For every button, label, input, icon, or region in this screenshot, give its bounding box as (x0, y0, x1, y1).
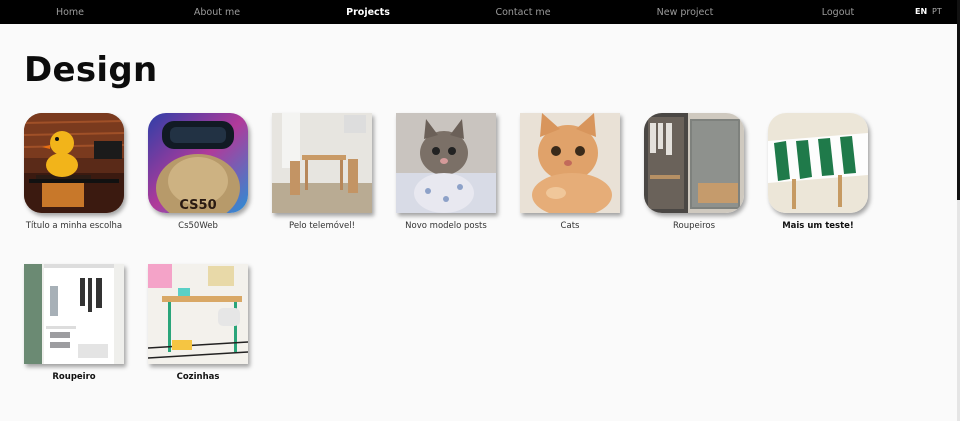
project-caption[interactable]: Pelo telemóvel! (289, 221, 355, 231)
wardrobe-icon[interactable] (644, 113, 744, 213)
project-card[interactable]: Mais um teste! (768, 113, 870, 231)
lang-en[interactable]: EN (915, 0, 927, 24)
duck-vr-headset-icon[interactable]: CS50 (148, 113, 248, 213)
nav-projects[interactable]: Projects (346, 0, 390, 24)
kitten-icon[interactable] (396, 113, 496, 213)
orange-cat-icon[interactable] (520, 113, 620, 213)
nav-new-project[interactable]: New project (657, 0, 714, 24)
project-caption[interactable]: Cs50Web (178, 221, 218, 231)
nav-contact-me[interactable]: Contact me (495, 0, 550, 24)
page-title: Design (24, 50, 158, 90)
open-closet-icon[interactable] (24, 264, 124, 364)
project-card[interactable]: Pelo telemóvel! (272, 113, 374, 231)
project-card[interactable]: Cozinhas (148, 264, 250, 382)
project-card[interactable]: Título a minha escolha (24, 113, 126, 231)
dining-table-icon[interactable] (272, 113, 372, 213)
nav-about-me[interactable]: About me (194, 0, 240, 24)
project-caption[interactable]: Título a minha escolha (26, 221, 122, 231)
project-card[interactable]: Novo modelo posts (396, 113, 498, 231)
project-card[interactable]: Cats (520, 113, 622, 231)
project-card[interactable]: Roupeiros (644, 113, 746, 231)
patterned-table-icon[interactable] (768, 113, 868, 213)
duck-desk-icon[interactable] (24, 113, 124, 213)
project-caption[interactable]: Cozinhas (177, 372, 220, 382)
lang-pt[interactable]: PT (932, 0, 942, 24)
top-navbar: Home About me Projects Contact me New pr… (0, 0, 957, 24)
nav-logout[interactable]: Logout (822, 0, 855, 24)
project-caption[interactable]: Mais um teste! (782, 221, 854, 231)
project-card[interactable]: Roupeiro (24, 264, 126, 382)
nav-home[interactable]: Home (56, 0, 84, 24)
desk-workspace-icon[interactable] (148, 264, 248, 364)
project-card[interactable]: CS50 Cs50Web (148, 113, 250, 231)
project-caption[interactable]: Novo modelo posts (405, 221, 487, 231)
svg-text:CS50: CS50 (179, 198, 216, 213)
project-caption[interactable]: Cats (561, 221, 580, 231)
project-caption[interactable]: Roupeiros (673, 221, 715, 231)
project-caption[interactable]: Roupeiro (52, 372, 95, 382)
